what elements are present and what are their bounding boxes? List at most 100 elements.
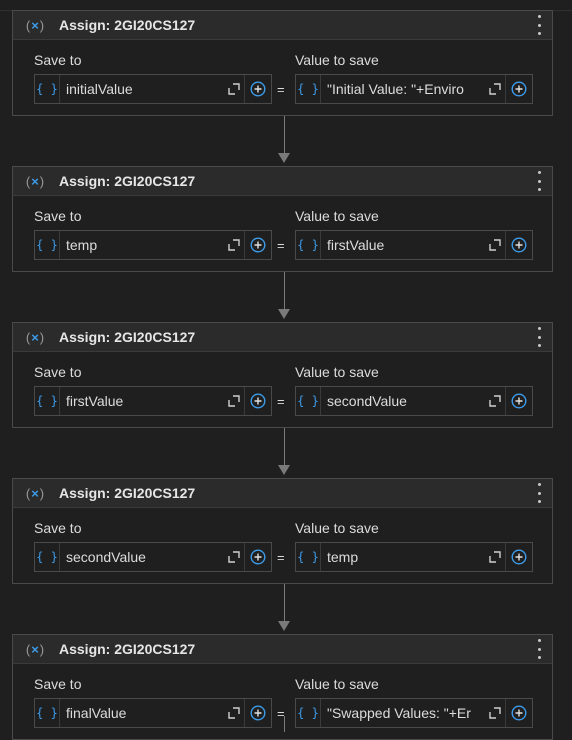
expand-icon[interactable] [487, 75, 505, 103]
flow-connector [12, 428, 555, 478]
more-vertical-icon[interactable] [536, 483, 542, 503]
save-to-label: Save to [34, 208, 82, 224]
variable-braces-icon[interactable]: { } [296, 387, 321, 415]
value-field[interactable]: { } secondValue [295, 386, 533, 416]
add-button[interactable] [505, 387, 532, 415]
expand-icon[interactable] [487, 387, 505, 415]
variable-braces-icon[interactable]: { } [296, 543, 321, 571]
activity-title: Assign: 2GI20CS127 [59, 17, 196, 33]
save-to-label: Save to [34, 52, 82, 68]
value-field[interactable]: { } temp [295, 542, 533, 572]
activity-body: Save to Value to save { } temp = { } fir… [13, 196, 552, 271]
more-vertical-icon[interactable] [536, 15, 542, 35]
save-to-value[interactable]: secondValue [60, 549, 226, 565]
expand-icon[interactable] [226, 75, 244, 103]
equals-sign: = [277, 394, 285, 409]
activity-title: Assign: 2GI20CS127 [59, 485, 196, 501]
activity-header[interactable]: (×) Assign: 2GI20CS127 [13, 167, 552, 196]
plus-circle-icon [511, 237, 527, 253]
activity-body: Save to Value to save { } firstValue = {… [13, 352, 552, 427]
save-to-field[interactable]: { } firstValue [34, 386, 272, 416]
value-to-save-label: Value to save [295, 676, 379, 692]
more-vertical-icon[interactable] [536, 171, 542, 191]
activity-body: Save to Value to save { } secondValue = … [13, 508, 552, 583]
save-to-field[interactable]: { } finalValue [34, 698, 272, 728]
plus-circle-icon [250, 549, 266, 565]
value-to-save-label: Value to save [295, 520, 379, 536]
value-to-save-value[interactable]: secondValue [321, 393, 487, 409]
add-button[interactable] [244, 543, 271, 571]
save-to-value[interactable]: firstValue [60, 393, 226, 409]
arrow-down-icon [278, 465, 290, 475]
plus-circle-icon [250, 705, 266, 721]
value-field[interactable]: { } firstValue [295, 230, 533, 260]
assign-activity[interactable]: (×) Assign: 2GI20CS127 Save to Value to … [12, 166, 553, 272]
expand-icon[interactable] [226, 231, 244, 259]
save-to-field[interactable]: { } initialValue [34, 74, 272, 104]
add-button[interactable] [244, 387, 271, 415]
add-button[interactable] [244, 75, 271, 103]
arrow-down-icon [278, 309, 290, 319]
add-button[interactable] [505, 699, 532, 727]
assign-icon: (×) [25, 17, 45, 33]
variable-braces-icon[interactable]: { } [35, 699, 60, 727]
value-to-save-value[interactable]: "Initial Value: "+Enviro [321, 81, 487, 97]
plus-circle-icon [511, 81, 527, 97]
equals-sign: = [277, 238, 285, 253]
activity-title: Assign: 2GI20CS127 [59, 641, 196, 657]
plus-circle-icon [511, 393, 527, 409]
assign-activity[interactable]: (×) Assign: 2GI20CS127 Save to Value to … [12, 478, 553, 584]
variable-braces-icon[interactable]: { } [35, 543, 60, 571]
more-vertical-icon[interactable] [536, 327, 542, 347]
value-field[interactable]: { } "Swapped Values: "+Er [295, 698, 533, 728]
activity-title: Assign: 2GI20CS127 [59, 329, 196, 345]
assign-activity[interactable]: (×) Assign: 2GI20CS127 Save to Value to … [12, 322, 553, 428]
save-to-value[interactable]: initialValue [60, 81, 226, 97]
add-button[interactable] [244, 699, 271, 727]
add-button[interactable] [505, 543, 532, 571]
assign-icon: (×) [25, 641, 45, 657]
variable-braces-icon[interactable]: { } [296, 231, 321, 259]
expand-icon[interactable] [487, 543, 505, 571]
add-button[interactable] [505, 75, 532, 103]
equals-sign: = [277, 550, 285, 565]
expand-icon[interactable] [487, 699, 505, 727]
expand-icon[interactable] [226, 543, 244, 571]
activity-header[interactable]: (×) Assign: 2GI20CS127 [13, 635, 552, 664]
activity-header[interactable]: (×) Assign: 2GI20CS127 [13, 11, 552, 40]
save-to-label: Save to [34, 520, 82, 536]
value-to-save-label: Value to save [295, 364, 379, 380]
assign-activity[interactable]: (×) Assign: 2GI20CS127 Save to Value to … [12, 634, 553, 740]
variable-braces-icon[interactable]: { } [296, 75, 321, 103]
add-button[interactable] [244, 231, 271, 259]
activity-body: Save to Value to save { } finalValue = {… [13, 664, 552, 739]
arrow-down-icon [278, 153, 290, 163]
activity-body: Save to Value to save { } initialValue =… [13, 40, 552, 115]
flow-connector-tail [284, 716, 285, 732]
activity-header[interactable]: (×) Assign: 2GI20CS127 [13, 479, 552, 508]
flow-connector [12, 116, 555, 166]
value-to-save-label: Value to save [295, 52, 379, 68]
expand-icon[interactable] [226, 699, 244, 727]
assign-icon: (×) [25, 173, 45, 189]
value-to-save-value[interactable]: temp [321, 549, 487, 565]
save-to-field[interactable]: { } secondValue [34, 542, 272, 572]
save-to-value[interactable]: temp [60, 237, 226, 253]
save-to-value[interactable]: finalValue [60, 705, 226, 721]
assign-activity[interactable]: (×) Assign: 2GI20CS127 Save to Value to … [12, 10, 553, 116]
flow-connector [12, 584, 555, 634]
value-to-save-value[interactable]: "Swapped Values: "+Er [321, 705, 487, 721]
activity-header[interactable]: (×) Assign: 2GI20CS127 [13, 323, 552, 352]
variable-braces-icon[interactable]: { } [296, 699, 321, 727]
expand-icon[interactable] [226, 387, 244, 415]
variable-braces-icon[interactable]: { } [35, 387, 60, 415]
variable-braces-icon[interactable]: { } [35, 231, 60, 259]
variable-braces-icon[interactable]: { } [35, 75, 60, 103]
expand-icon[interactable] [487, 231, 505, 259]
add-button[interactable] [505, 231, 532, 259]
arrow-down-icon [278, 621, 290, 631]
save-to-field[interactable]: { } temp [34, 230, 272, 260]
value-to-save-value[interactable]: firstValue [321, 237, 487, 253]
value-field[interactable]: { } "Initial Value: "+Enviro [295, 74, 533, 104]
more-vertical-icon[interactable] [536, 639, 542, 659]
